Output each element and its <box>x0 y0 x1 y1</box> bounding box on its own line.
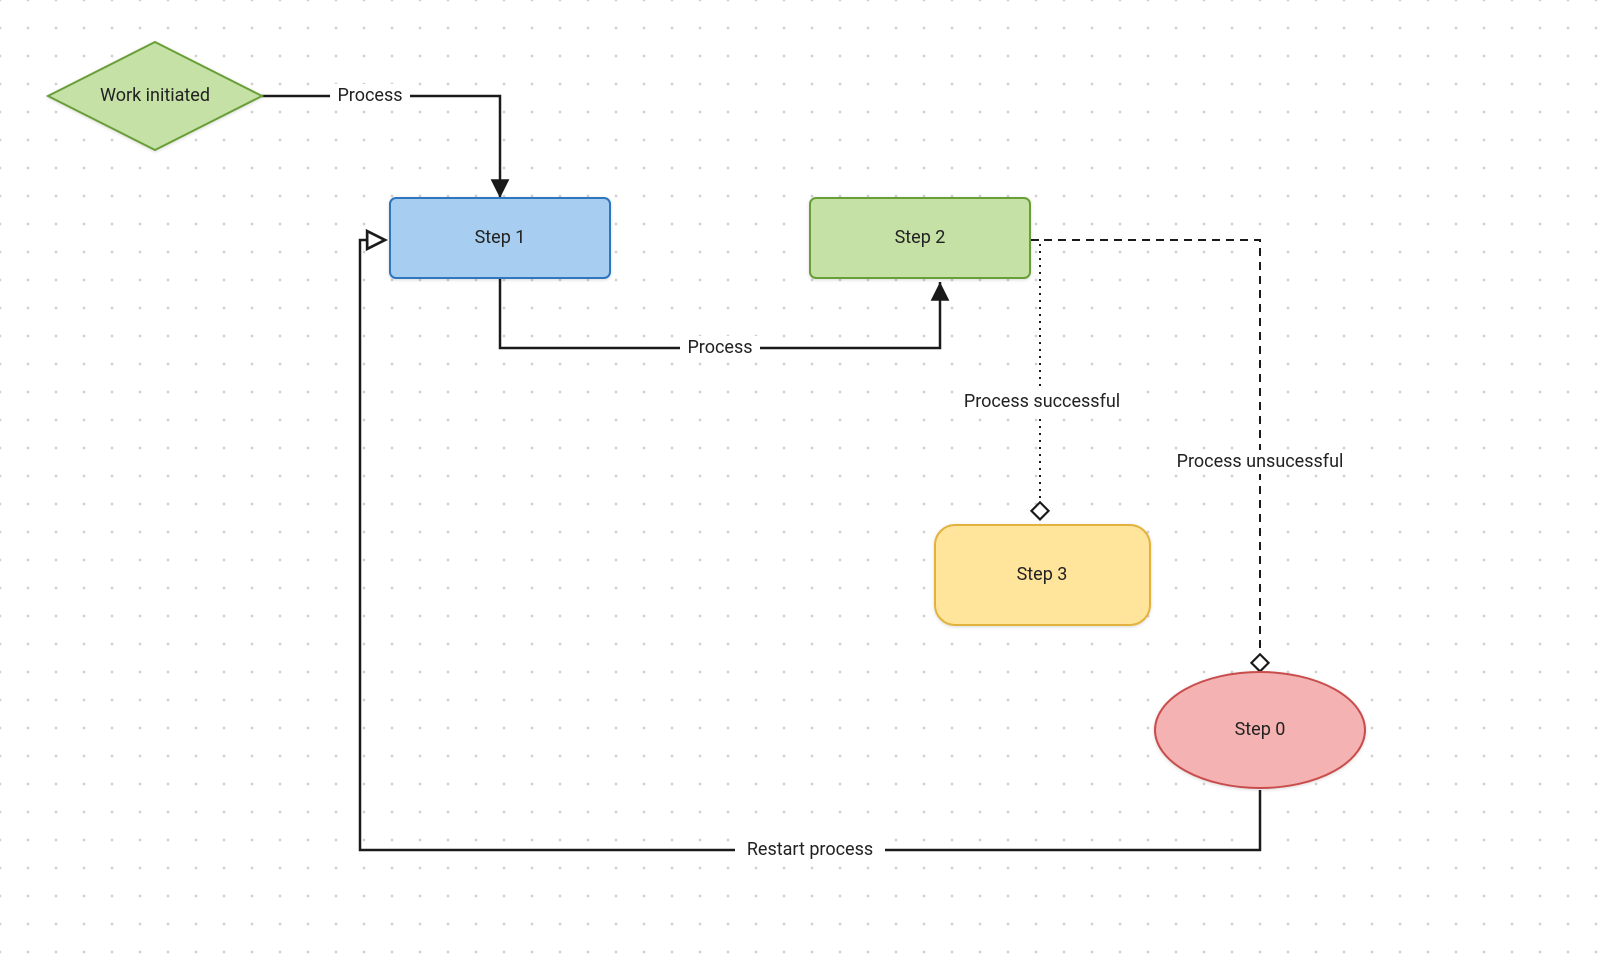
flowchart-canvas[interactable]: Process Process Process successful Proce… <box>0 0 1600 962</box>
edge-label: Process <box>687 337 752 358</box>
edge-step2-to-step3[interactable]: Process successful <box>955 240 1130 518</box>
edge-wi-to-step1[interactable]: Process <box>255 84 500 198</box>
node-step-2[interactable]: Step 2 <box>810 198 1030 278</box>
node-label: Step 3 <box>1017 564 1068 585</box>
node-step-1[interactable]: Step 1 <box>390 198 610 278</box>
node-label: Step 0 <box>1235 719 1286 740</box>
edge-label: Process successful <box>964 391 1120 412</box>
edge-label: Restart process <box>747 839 873 860</box>
edge-step1-to-step2[interactable]: Process <box>500 278 940 360</box>
node-label: Work initiated <box>100 85 210 106</box>
node-step-3[interactable]: Step 3 <box>935 525 1150 625</box>
node-step-0[interactable]: Step 0 <box>1155 672 1365 788</box>
node-label: Step 2 <box>895 227 946 248</box>
node-work-initiated[interactable]: Work initiated <box>48 42 262 150</box>
node-label: Step 1 <box>475 227 526 248</box>
edge-label: Process unsucessful <box>1177 451 1344 472</box>
edge-label: Process <box>337 85 402 106</box>
